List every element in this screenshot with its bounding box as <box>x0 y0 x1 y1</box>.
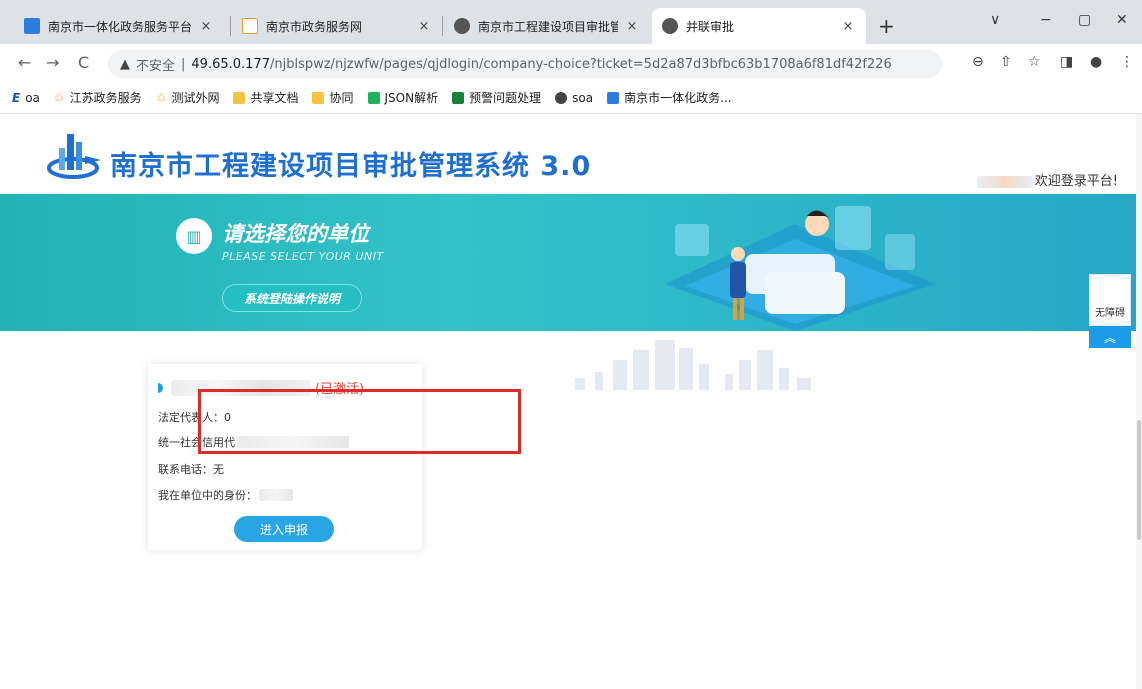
bookmark-jiangsu-service[interactable]: ♲ 江苏政务服务 <box>54 89 142 106</box>
bookmark-test-external[interactable]: ♲ 测试外网 <box>156 89 220 106</box>
folder-icon <box>233 91 246 104</box>
welcome-label: 欢迎登录平台! <box>1034 174 1118 189</box>
role-field: 我在单位中的身份： <box>158 487 293 503</box>
enter-declaration-button[interactable]: 进入申报 <box>234 516 334 542</box>
redacted-role <box>259 489 293 501</box>
site-header: 南京市工程建设项目审批管理系统 3.0 欢迎登录平台! <box>0 114 1142 194</box>
banner-subtitle: PLEASE SELECT YOUR UNIT <box>222 250 384 263</box>
bookmark-label: oa <box>25 90 40 105</box>
unit-select-banner: ▥ 请选择您的单位 PLEASE SELECT YOUR UNIT 系统登陆操作… <box>0 194 1142 331</box>
bullet-icon <box>158 382 163 393</box>
bookmark-json[interactable]: JSON解析 <box>367 89 439 106</box>
site-title: 南京市工程建设项目审批管理系统 3.0 <box>110 151 592 182</box>
bookmark-label: 南京市一体化政务... <box>624 91 732 105</box>
warning-icon[interactable]: ▲ <box>120 57 130 72</box>
reload-icon[interactable]: C <box>78 53 89 72</box>
tab-search-icon[interactable]: ∨ <box>990 12 1000 28</box>
new-tab-button[interactable]: + <box>878 14 895 38</box>
tab-divider <box>442 16 443 36</box>
tab-title: 南京市工程建设项目审批管理系 <box>478 19 618 34</box>
tab-project-approval[interactable]: 南京市工程建设项目审批管理系 × <box>444 8 650 44</box>
menu-icon[interactable]: ⋮ <box>1120 54 1134 70</box>
bookmark-shared-docs[interactable]: 共享文档 <box>233 89 298 106</box>
profile-icon[interactable]: ● <box>1090 54 1102 70</box>
tab-close-icon[interactable]: × <box>198 19 214 34</box>
banner-title: 请选择您的单位 <box>222 222 369 246</box>
browser-tab-bar: 南京市一体化政务服务平台 × 南京市政务服务网 × 南京市工程建设项目审批管理系… <box>0 0 1142 44</box>
tab-nanjing-service[interactable]: 南京市政务服务网 × <box>232 8 442 44</box>
bookmark-label: 协同 <box>329 91 354 105</box>
json-icon <box>367 91 380 104</box>
globe-icon <box>555 91 568 104</box>
tab-close-icon[interactable]: × <box>416 19 432 34</box>
scrollbar-track[interactable] <box>1136 114 1142 689</box>
welcome-text: 欢迎登录平台! <box>976 170 1118 189</box>
gov-icon <box>607 91 620 104</box>
gov-favicon-icon <box>24 18 40 34</box>
bookmark-label: 江苏政务服务 <box>69 91 142 105</box>
close-window-icon[interactable]: ✕ <box>1116 12 1128 28</box>
minimize-icon[interactable]: − <box>1040 12 1052 28</box>
accessibility-button[interactable]: 无障碍 <box>1089 274 1131 326</box>
share-icon[interactable]: ⇧ <box>1000 54 1012 70</box>
zoom-icon[interactable]: ⊖ <box>972 54 984 70</box>
insecure-label: 不安全 <box>136 58 176 74</box>
bookmark-label: 测试外网 <box>171 91 220 105</box>
building-icon: ▥ <box>176 218 212 254</box>
tab-divider <box>230 16 231 36</box>
bookmark-label: 预警问题处理 <box>469 91 542 105</box>
bookmarks-bar: E oa ♲ 江苏政务服务 ♲ 测试外网 共享文档 协同 JSON解析 预警问题… <box>0 82 1142 114</box>
globe-icon <box>454 18 470 34</box>
skyline-watermark-icon <box>575 340 811 390</box>
bookmark-collab[interactable]: 协同 <box>312 89 354 106</box>
redacted-username <box>976 175 1033 188</box>
url-path: /njblspwz/njzwfw/pages/qjdlogin/company-… <box>269 56 892 72</box>
tab-parallel-approval[interactable]: 并联审批 × <box>652 8 866 44</box>
side-toolbar: 无障碍 ︽ <box>1089 274 1131 348</box>
role-label: 我在单位中的身份： <box>158 489 257 502</box>
phone-label: 联系电话：无 <box>158 463 224 476</box>
bookmark-label: JSON解析 <box>384 91 439 105</box>
tab-nanjing-platform[interactable]: 南京市一体化政务服务平台 × <box>14 8 224 44</box>
phone-field: 联系电话：无 <box>158 461 224 477</box>
tab-title: 南京市政务服务网 <box>266 19 363 34</box>
url-separator: | <box>181 56 186 72</box>
back-icon[interactable]: ← <box>18 53 31 72</box>
globe-icon <box>662 18 678 34</box>
page-content: 南京市工程建设项目审批管理系统 3.0 欢迎登录平台! ▥ 请选择您的单位 PL… <box>0 114 1142 689</box>
tab-close-icon[interactable]: × <box>624 19 640 34</box>
service-illustration-icon <box>665 206 935 331</box>
bookmark-label: 共享文档 <box>250 91 299 105</box>
oa-icon: E <box>12 90 21 105</box>
scrollbar-thumb[interactable] <box>1137 420 1141 540</box>
service-icon: ♲ <box>53 90 65 105</box>
restore-icon[interactable]: ▢ <box>1078 12 1091 28</box>
city-logo-icon <box>47 134 101 179</box>
bookmark-label: soa <box>572 90 594 105</box>
sidepanel-icon[interactable]: ◨ <box>1060 54 1073 70</box>
bookmark-soa[interactable]: soa <box>555 91 593 105</box>
login-guide-button[interactable]: 系统登陆操作说明 <box>222 284 362 312</box>
bookmark-nanjing-platform[interactable]: 南京市一体化政务... <box>607 89 732 106</box>
back-to-top-button[interactable]: ︽ <box>1089 326 1131 348</box>
tab-title: 南京市一体化政务服务平台 <box>48 19 192 34</box>
service-favicon-icon <box>242 18 258 34</box>
highlight-annotation-box <box>198 389 521 454</box>
tab-close-icon[interactable]: × <box>840 19 856 34</box>
address-bar-row: ← → C ▲ 不安全 | 49.65.0.177 /njblspwz/njzw… <box>0 44 1142 82</box>
forward-icon[interactable]: → <box>46 53 59 72</box>
tab-title: 并联审批 <box>686 19 735 34</box>
url-field[interactable]: ▲ 不安全 | 49.65.0.177 /njblspwz/njzwfw/pag… <box>108 50 942 78</box>
bookmark-warning-handling[interactable]: 预警问题处理 <box>452 89 541 106</box>
star-icon[interactable]: ☆ <box>1028 54 1041 70</box>
url-host: 49.65.0.177 <box>191 56 270 72</box>
service-icon: ♲ <box>155 90 167 105</box>
sheet-icon <box>452 91 465 104</box>
bookmark-oa[interactable]: E oa <box>12 91 40 105</box>
folder-icon <box>312 91 325 104</box>
